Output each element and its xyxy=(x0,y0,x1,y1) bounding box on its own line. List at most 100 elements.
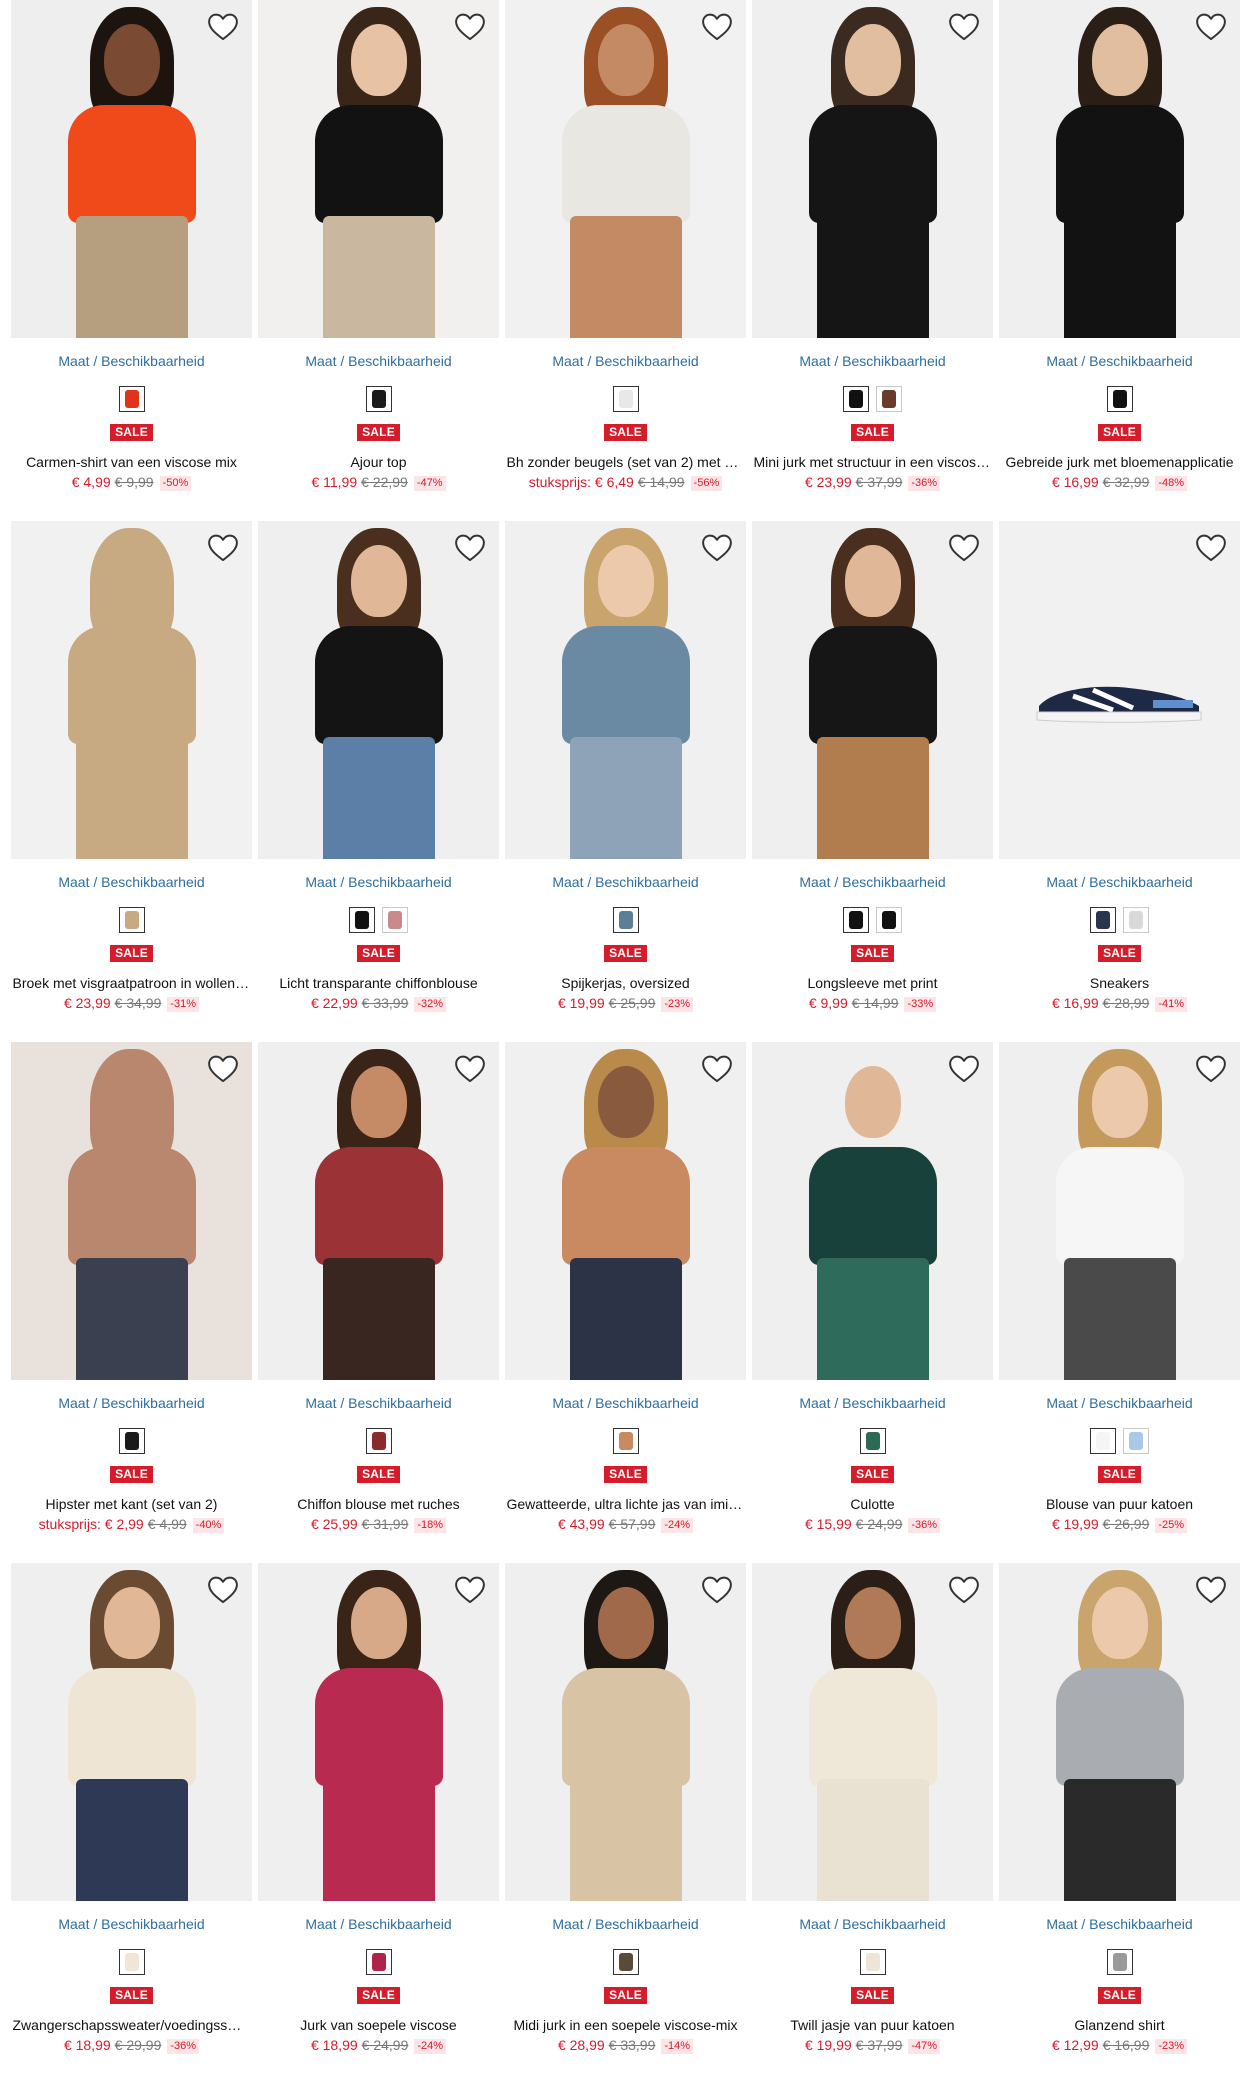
product-card[interactable]: Maat / Beschikbaarheid SALE Chiffon blouse… xyxy=(258,1042,499,1563)
product-name[interactable]: Blouse van puur katoen xyxy=(1001,1495,1239,1513)
color-swatch[interactable] xyxy=(612,1428,639,1454)
color-swatch[interactable] xyxy=(859,1428,886,1454)
heart-outline-icon[interactable] xyxy=(947,1573,981,1607)
product-name[interactable]: Gebreide jurk met bloemenapplicatie xyxy=(1001,453,1239,471)
product-name[interactable]: Carmen-shirt van een viscose mix xyxy=(13,453,251,471)
heart-outline-icon[interactable] xyxy=(947,10,981,44)
color-swatch[interactable] xyxy=(118,386,145,412)
size-availability-link[interactable]: Maat / Beschikbaarheid xyxy=(258,1915,499,1933)
product-name[interactable]: Mini jurk met structuur in een viscose m… xyxy=(754,453,992,471)
product-card[interactable]: Maat / Beschikbaarheid SALE Culotte € 15,99… xyxy=(752,1042,993,1563)
product-image[interactable] xyxy=(505,1042,746,1380)
heart-outline-icon[interactable] xyxy=(206,10,240,44)
product-image[interactable] xyxy=(999,0,1240,338)
color-swatch[interactable] xyxy=(1123,1428,1149,1454)
product-image[interactable] xyxy=(258,1563,499,1901)
heart-outline-icon[interactable] xyxy=(1194,10,1228,44)
heart-outline-icon[interactable] xyxy=(700,1573,734,1607)
size-availability-link[interactable]: Maat / Beschikbaarheid xyxy=(999,873,1240,891)
product-name[interactable]: Sneakers xyxy=(1001,974,1239,992)
color-swatch[interactable] xyxy=(365,1949,392,1975)
heart-outline-icon[interactable] xyxy=(453,531,487,565)
product-card[interactable]: Maat / Beschikbaarheid SALE Twill jasje va… xyxy=(752,1563,993,2084)
color-swatch[interactable] xyxy=(859,1949,886,1975)
size-availability-link[interactable]: Maat / Beschikbaarheid xyxy=(505,1915,746,1933)
color-swatch[interactable] xyxy=(118,907,145,933)
size-availability-link[interactable]: Maat / Beschikbaarheid xyxy=(258,873,499,891)
heart-outline-icon[interactable] xyxy=(206,531,240,565)
product-card[interactable]: Maat / Beschikbaarheid SALE Broek met visg… xyxy=(11,521,252,1042)
size-availability-link[interactable]: Maat / Beschikbaarheid xyxy=(258,1394,499,1412)
heart-outline-icon[interactable] xyxy=(453,1052,487,1086)
product-card[interactable]: Maat / Beschikbaarheid SALE Jurk van soepe… xyxy=(258,1563,499,2084)
size-availability-link[interactable]: Maat / Beschikbaarheid xyxy=(11,352,252,370)
heart-outline-icon[interactable] xyxy=(947,1052,981,1086)
size-availability-link[interactable]: Maat / Beschikbaarheid xyxy=(505,873,746,891)
color-swatch[interactable] xyxy=(118,1949,145,1975)
product-card[interactable]: Maat / Beschikbaarheid SALE Gebreide jurk … xyxy=(999,0,1240,521)
size-availability-link[interactable]: Maat / Beschikbaarheid xyxy=(752,873,993,891)
product-image[interactable] xyxy=(11,1042,252,1380)
color-swatch[interactable] xyxy=(876,386,902,412)
product-name[interactable]: Ajour top xyxy=(260,453,498,471)
product-image[interactable] xyxy=(999,1563,1240,1901)
color-swatch[interactable] xyxy=(1090,1428,1116,1454)
product-card[interactable]: Maat / Beschikbaarheid SALE Ajour top € 11,… xyxy=(258,0,499,521)
product-image[interactable] xyxy=(258,521,499,859)
size-availability-link[interactable]: Maat / Beschikbaarheid xyxy=(505,1394,746,1412)
product-image[interactable] xyxy=(11,1563,252,1901)
product-card[interactable]: Maat / Beschikbaarheid SALE Zwangerschapss… xyxy=(11,1563,252,2084)
size-availability-link[interactable]: Maat / Beschikbaarheid xyxy=(999,1915,1240,1933)
product-name[interactable]: Zwangerschapssweater/voedingssweater xyxy=(13,2016,251,2034)
product-card[interactable]: Maat / Beschikbaarheid SALE Gewatteerde, u… xyxy=(505,1042,746,1563)
product-image[interactable] xyxy=(999,521,1240,859)
color-swatch[interactable] xyxy=(1106,1949,1133,1975)
color-swatch[interactable] xyxy=(612,1949,639,1975)
color-swatch[interactable] xyxy=(1123,907,1149,933)
product-card[interactable]: Maat / Beschikbaarheid SALE Glanzend shirt… xyxy=(999,1563,1240,2084)
color-swatch[interactable] xyxy=(365,1428,392,1454)
product-image[interactable] xyxy=(752,1042,993,1380)
product-card[interactable]: Maat / Beschikbaarheid SALE Blouse van puu… xyxy=(999,1042,1240,1563)
product-image[interactable] xyxy=(505,1563,746,1901)
heart-outline-icon[interactable] xyxy=(206,1573,240,1607)
product-name[interactable]: Spijkerjas, oversized xyxy=(507,974,745,992)
size-availability-link[interactable]: Maat / Beschikbaarheid xyxy=(752,352,993,370)
color-swatch[interactable] xyxy=(843,386,869,412)
size-availability-link[interactable]: Maat / Beschikbaarheid xyxy=(752,1394,993,1412)
product-card[interactable]: Maat / Beschikbaarheid SALE Longsleeve met… xyxy=(752,521,993,1042)
product-name[interactable]: Gewatteerde, ultra lichte jas van imitat… xyxy=(507,1495,745,1513)
product-image[interactable] xyxy=(505,521,746,859)
product-card[interactable]: Maat / Beschikbaarheid SALE Spijkerjas, ov… xyxy=(505,521,746,1042)
heart-outline-icon[interactable] xyxy=(1194,1573,1228,1607)
size-availability-link[interactable]: Maat / Beschikbaarheid xyxy=(11,1915,252,1933)
product-name[interactable]: Broek met visgraatpatroon in wollen look xyxy=(13,974,251,992)
color-swatch[interactable] xyxy=(612,386,639,412)
heart-outline-icon[interactable] xyxy=(700,10,734,44)
product-name[interactable]: Twill jasje van puur katoen xyxy=(754,2016,992,2034)
product-name[interactable]: Glanzend shirt xyxy=(1001,2016,1239,2034)
product-card[interactable]: Maat / Beschikbaarheid SALE Bh zonder beug… xyxy=(505,0,746,521)
product-image[interactable] xyxy=(752,0,993,338)
product-name[interactable]: Hipster met kant (set van 2) xyxy=(13,1495,251,1513)
heart-outline-icon[interactable] xyxy=(700,531,734,565)
color-swatch[interactable] xyxy=(843,907,869,933)
product-name[interactable]: Bh zonder beugels (set van 2) met gekleu… xyxy=(507,453,745,471)
heart-outline-icon[interactable] xyxy=(453,1573,487,1607)
product-name[interactable]: Jurk van soepele viscose xyxy=(260,2016,498,2034)
product-name[interactable]: Midi jurk in een soepele viscose-mix xyxy=(507,2016,745,2034)
product-image[interactable] xyxy=(11,521,252,859)
product-image[interactable] xyxy=(999,1042,1240,1380)
heart-outline-icon[interactable] xyxy=(206,1052,240,1086)
product-name[interactable]: Longsleeve met print xyxy=(754,974,992,992)
product-card[interactable]: Maat / Beschikbaarheid SALE Hipster met ka… xyxy=(11,1042,252,1563)
product-image[interactable] xyxy=(752,521,993,859)
product-image[interactable] xyxy=(258,0,499,338)
color-swatch[interactable] xyxy=(612,907,639,933)
product-image[interactable] xyxy=(258,1042,499,1380)
size-availability-link[interactable]: Maat / Beschikbaarheid xyxy=(505,352,746,370)
product-image[interactable] xyxy=(505,0,746,338)
product-name[interactable]: Culotte xyxy=(754,1495,992,1513)
product-card[interactable]: Maat / Beschikbaarheid SALE Mini jurk met … xyxy=(752,0,993,521)
size-availability-link[interactable]: Maat / Beschikbaarheid xyxy=(258,352,499,370)
